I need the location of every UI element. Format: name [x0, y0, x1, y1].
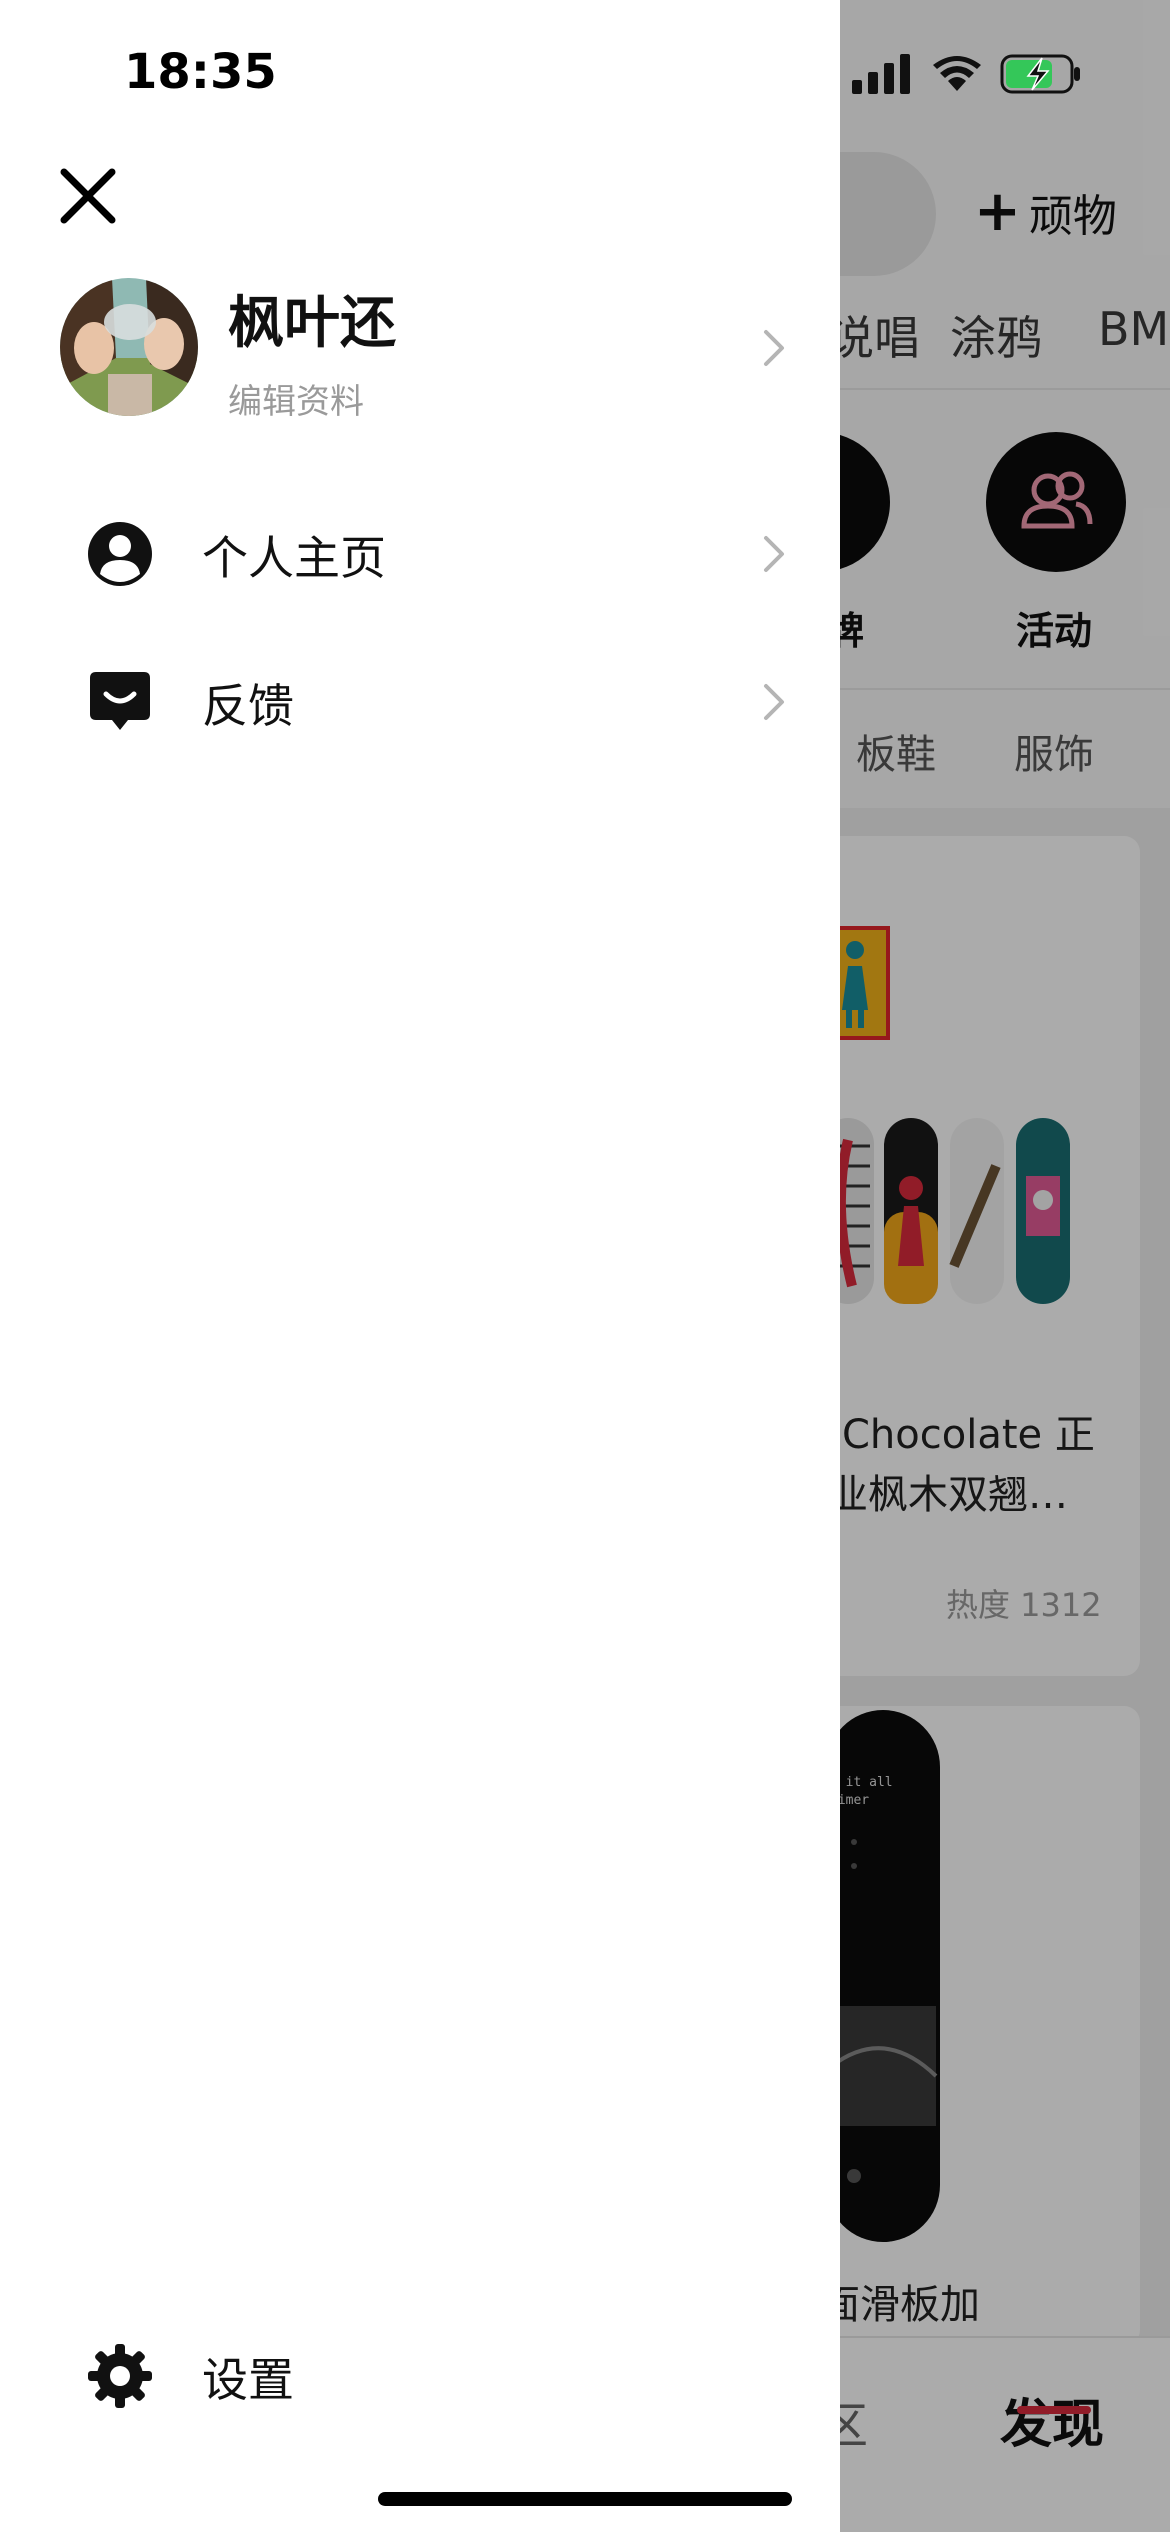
chevron-right-icon	[764, 330, 784, 366]
menu-item-feedback[interactable]: 反馈	[86, 648, 800, 748]
status-icons	[852, 54, 1082, 94]
wifi-icon	[933, 56, 981, 91]
profile-header[interactable]: 枫叶还 编辑资料	[60, 278, 800, 422]
settings-button[interactable]: 设置	[86, 2322, 800, 2422]
cellular-signal-icon	[852, 54, 910, 94]
home-indicator[interactable]	[378, 2492, 792, 2506]
edit-profile-link[interactable]: 编辑资料	[228, 374, 364, 423]
person-circle-icon	[88, 522, 152, 586]
close-icon	[60, 168, 116, 224]
status-time: 18:35	[124, 44, 277, 100]
menu-item-label: 反馈	[202, 679, 294, 733]
menu-item-label: 个人主页	[202, 531, 386, 585]
menu-item-profile-page[interactable]: 个人主页	[86, 500, 800, 600]
profile-name: 枫叶还	[228, 291, 396, 356]
gear-icon	[88, 2344, 152, 2408]
chat-feedback-icon	[90, 672, 150, 730]
avatar-image	[60, 278, 198, 416]
battery-charging-icon	[1000, 54, 1080, 94]
avatar[interactable]	[60, 278, 198, 416]
chevron-right-icon	[764, 536, 784, 572]
close-button[interactable]	[56, 164, 120, 228]
chevron-right-icon	[764, 684, 784, 720]
side-drawer: 18:35 枫叶还 编辑资料 个人主页 反馈 设置	[0, 0, 840, 2532]
settings-label: 设置	[202, 2353, 294, 2407]
